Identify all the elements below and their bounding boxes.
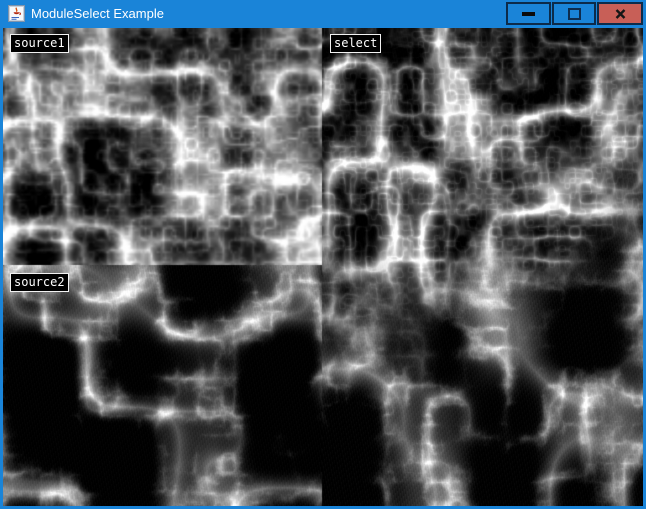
select-panel-label: select — [330, 34, 381, 53]
source1-panel-label: source1 — [10, 34, 69, 53]
window-title: ModuleSelect Example — [31, 0, 164, 28]
app-window: ModuleSelect Example source1 select sour… — [0, 0, 646, 509]
noise-render-canvas — [3, 28, 643, 506]
close-button[interactable] — [597, 2, 643, 25]
maximize-button[interactable] — [552, 2, 596, 25]
titlebar[interactable]: ModuleSelect Example — [0, 0, 646, 28]
java-coffee-cup-icon — [8, 5, 25, 22]
maximize-icon — [568, 8, 581, 20]
close-icon — [615, 9, 626, 19]
source2-panel-label: source2 — [10, 273, 69, 292]
noise-viewport: source1 select source2 — [3, 28, 643, 506]
minimize-icon — [522, 12, 535, 16]
minimize-button[interactable] — [506, 2, 551, 25]
